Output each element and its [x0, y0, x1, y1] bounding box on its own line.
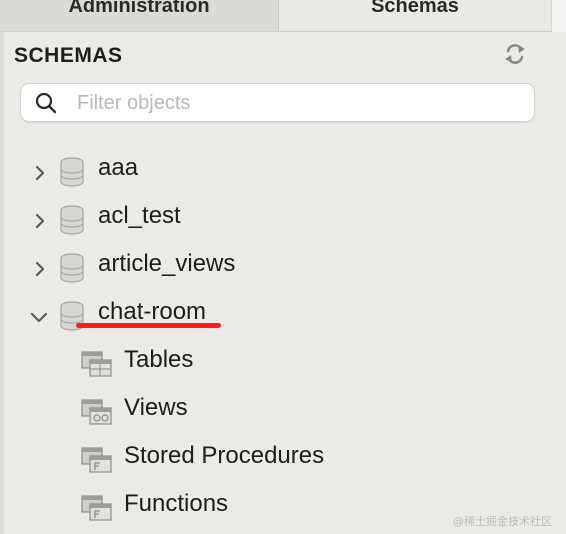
functions-folder-icon [81, 495, 112, 521]
database-icon [60, 253, 84, 283]
tab-administration[interactable]: Administration [0, 0, 279, 32]
filter-objects-input[interactable] [75, 89, 519, 117]
chevron-right-icon[interactable] [33, 165, 47, 181]
schema-name: chat-room [98, 298, 207, 325]
tab-bar-edge [551, 0, 566, 32]
tab-administration-label: Administration [68, 0, 210, 17]
chevron-down-icon[interactable] [30, 311, 48, 323]
tree-item-label: Functions [124, 490, 229, 517]
tables-folder-icon [81, 351, 112, 377]
schema-name: article_views [98, 250, 236, 277]
tree-item-tables[interactable]: Tables [0, 340, 551, 384]
search-icon [35, 92, 57, 114]
tab-schemas-label: Schemas [371, 0, 459, 17]
schema-row-acl-test[interactable]: acl_test [0, 196, 551, 240]
red-annotation-underline [76, 323, 221, 328]
schema-name: acl_test [98, 202, 181, 229]
tree-item-views[interactable]: Views [0, 388, 551, 432]
stored-procedures-folder-icon [81, 447, 112, 473]
filter-search-box [20, 83, 535, 122]
schema-name: aaa [98, 154, 139, 181]
tab-bar: Administration Schemas [0, 0, 566, 32]
schemas-title: SCHEMAS [14, 44, 123, 67]
database-icon [60, 157, 84, 187]
refresh-icon[interactable] [502, 42, 528, 66]
schema-row-article-views[interactable]: article_views [0, 244, 551, 288]
chevron-right-icon[interactable] [33, 261, 47, 277]
schema-row-aaa[interactable]: aaa [0, 148, 551, 192]
chevron-right-icon[interactable] [33, 213, 47, 229]
database-icon [60, 205, 84, 235]
watermark: @稀土掘金技术社区 [453, 515, 552, 528]
schema-row-chat-room[interactable]: chat-room [0, 292, 551, 336]
tree-item-label: Tables [124, 346, 194, 373]
tab-schemas[interactable]: Schemas [279, 0, 551, 32]
tree-item-label: Stored Procedures [124, 442, 325, 469]
tree-item-stored-procedures[interactable]: Stored Procedures [0, 436, 551, 480]
tree-item-label: Views [124, 394, 188, 421]
views-folder-icon [81, 399, 112, 425]
